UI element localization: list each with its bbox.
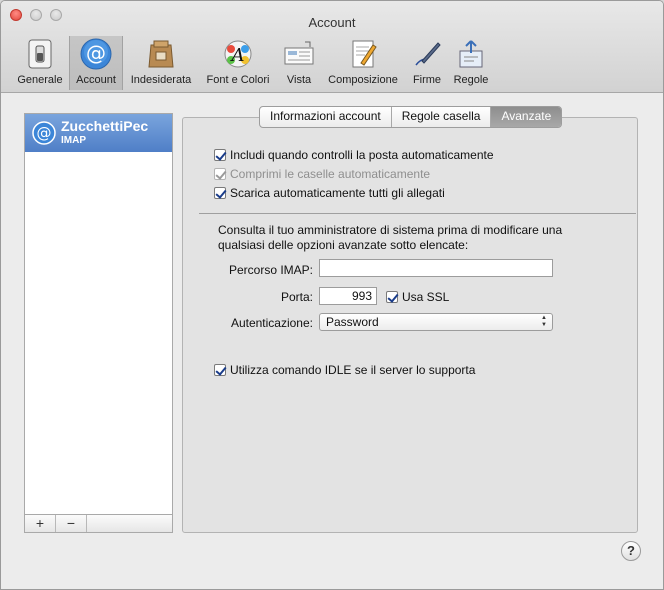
toolbar-label: Indesiderata — [130, 74, 192, 86]
tab-avanzate[interactable]: Avanzate — [491, 107, 562, 127]
auth-label: Autenticazione: — [230, 316, 313, 330]
toolbar-generale[interactable]: Generale — [14, 38, 66, 88]
imap-path-field[interactable] — [319, 259, 553, 277]
auth-select[interactable]: Password ▲ ▼ — [319, 313, 553, 331]
at-icon: @ — [32, 121, 56, 145]
help-button[interactable]: ? — [621, 541, 641, 561]
toolbar-vista[interactable]: Vista — [281, 38, 317, 88]
svg-text:@: @ — [86, 41, 106, 65]
toolbar-font-colori[interactable]: A Font e Colori — [202, 38, 274, 88]
updown-arrows-icon: ▲ ▼ — [541, 315, 547, 328]
idle-label: Utilizza comando IDLE se il server lo su… — [230, 363, 476, 377]
toolbar-label: Generale — [17, 74, 63, 86]
auth-selected-value: Password — [326, 315, 379, 329]
remove-account-button[interactable]: − — [56, 515, 87, 532]
account-type: IMAP — [61, 135, 86, 146]
account-name: ZucchettiPec — [61, 118, 149, 134]
idle-option[interactable]: Utilizza comando IDLE se il server lo su… — [214, 363, 475, 377]
toolbar-label: Account — [76, 74, 116, 86]
svg-text:A: A — [230, 45, 245, 66]
port-label: Porta: — [280, 290, 313, 304]
font-palette-icon: A — [222, 38, 254, 70]
include-auto-check-option[interactable]: Includi quando controlli la posta automa… — [214, 148, 494, 162]
add-account-button[interactable]: + — [25, 515, 56, 532]
toolbar-account[interactable]: @ Account — [69, 36, 123, 90]
compact-auto-checkbox — [214, 168, 226, 180]
ssl-option[interactable]: Usa SSL — [386, 290, 449, 304]
tab-informazioni-account[interactable]: Informazioni account — [260, 107, 392, 127]
admin-warning-note: Consulta il tuo amministratore di sistem… — [218, 223, 563, 252]
junk-bag-icon — [145, 38, 177, 70]
toolbar-regole[interactable]: Regole — [451, 38, 491, 88]
download-attachments-checkbox[interactable] — [214, 187, 226, 199]
signature-pen-icon — [411, 38, 443, 70]
toolbar-label: Vista — [286, 74, 312, 86]
tab-bar: Informazioni account Regole casella Avan… — [259, 106, 563, 128]
at-icon: @ — [80, 38, 112, 70]
toolbar-label: Composizione — [328, 74, 398, 86]
toolbar-label: Firme — [412, 74, 442, 86]
rules-icon — [455, 38, 487, 70]
view-icon — [283, 38, 315, 70]
toolbar-composizione[interactable]: Composizione — [324, 38, 402, 88]
include-auto-check-label: Includi quando controlli la posta automa… — [230, 148, 494, 162]
account-list-item[interactable]: @ ZucchettiPec IMAP — [25, 114, 172, 152]
toolbar-label: Regole — [453, 74, 489, 86]
window-title: Account — [308, 15, 356, 30]
port-field[interactable]: 993 — [319, 287, 377, 305]
preferences-window: Account Generale @ Account Indesiderata … — [0, 0, 664, 590]
svg-text:@: @ — [37, 124, 52, 142]
download-attachments-option[interactable]: Scarica automaticamente tutti gli allega… — [214, 186, 445, 200]
imap-path-label: Percorso IMAP: — [228, 263, 313, 277]
content-area: @ ZucchettiPec IMAP + − Informazioni acc… — [1, 93, 663, 589]
toolbar-label: Font e Colori — [206, 74, 270, 86]
account-list-footer: + − — [24, 514, 173, 533]
title-bar: Account Generale @ Account Indesiderata … — [1, 1, 663, 93]
toolbar-firme[interactable]: Firme — [409, 38, 445, 88]
account-list: @ ZucchettiPec IMAP — [24, 113, 173, 533]
toolbar-indesiderata[interactable]: Indesiderata — [126, 38, 196, 88]
compose-icon — [347, 38, 379, 70]
tab-regole-casella[interactable]: Regole casella — [392, 107, 492, 127]
ssl-checkbox[interactable] — [386, 291, 398, 303]
switch-icon — [24, 38, 56, 70]
compact-auto-option: Comprimi le caselle automaticamente — [214, 167, 430, 181]
compact-auto-label: Comprimi le caselle automaticamente — [230, 167, 431, 181]
download-attachments-label: Scarica automaticamente tutti gli allega… — [230, 186, 445, 200]
ssl-label: Usa SSL — [402, 290, 450, 304]
include-auto-check-checkbox[interactable] — [214, 149, 226, 161]
section-divider — [199, 213, 636, 214]
idle-checkbox[interactable] — [214, 364, 226, 376]
